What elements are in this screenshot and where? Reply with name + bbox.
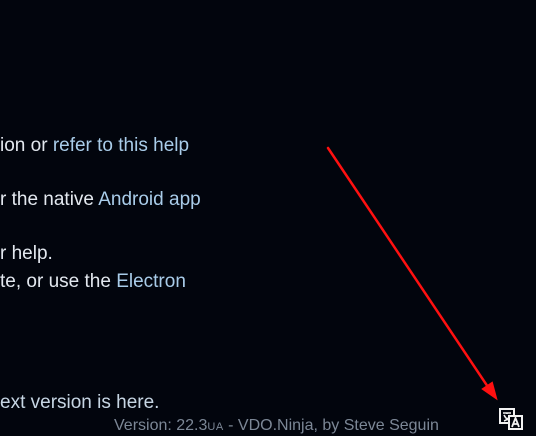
info-line-help-short: r help. bbox=[0, 243, 53, 265]
info-line-help: ion or refer to this help bbox=[0, 135, 189, 157]
info-text: r the native bbox=[0, 189, 99, 210]
next-version-link[interactable]: ext version is here. bbox=[0, 392, 159, 414]
android-app-link[interactable]: Android app bbox=[98, 189, 200, 210]
version-suffix: UA bbox=[207, 421, 224, 433]
help-link[interactable]: refer to this help bbox=[53, 135, 189, 156]
page-root: ion or refer to this help r the native A… bbox=[0, 0, 536, 436]
info-line-android: r the native Android app bbox=[0, 189, 201, 211]
translate-button[interactable] bbox=[498, 407, 524, 431]
info-text: te, or use the bbox=[0, 271, 117, 292]
annotation-arrow bbox=[326, 146, 498, 401]
info-text: r help. bbox=[0, 243, 53, 264]
info-text: ion or bbox=[0, 135, 53, 156]
version-number: Version: 22.3 bbox=[114, 417, 208, 434]
version-footer: Version: 22.3UA - VDO.Ninja, by Steve Se… bbox=[114, 416, 439, 436]
info-line-electron: te, or use the Electron bbox=[0, 271, 186, 293]
credit-text: - VDO.Ninja, by Steve Seguin bbox=[223, 417, 439, 434]
electron-link[interactable]: Electron bbox=[116, 271, 186, 292]
translate-icon bbox=[499, 408, 523, 430]
